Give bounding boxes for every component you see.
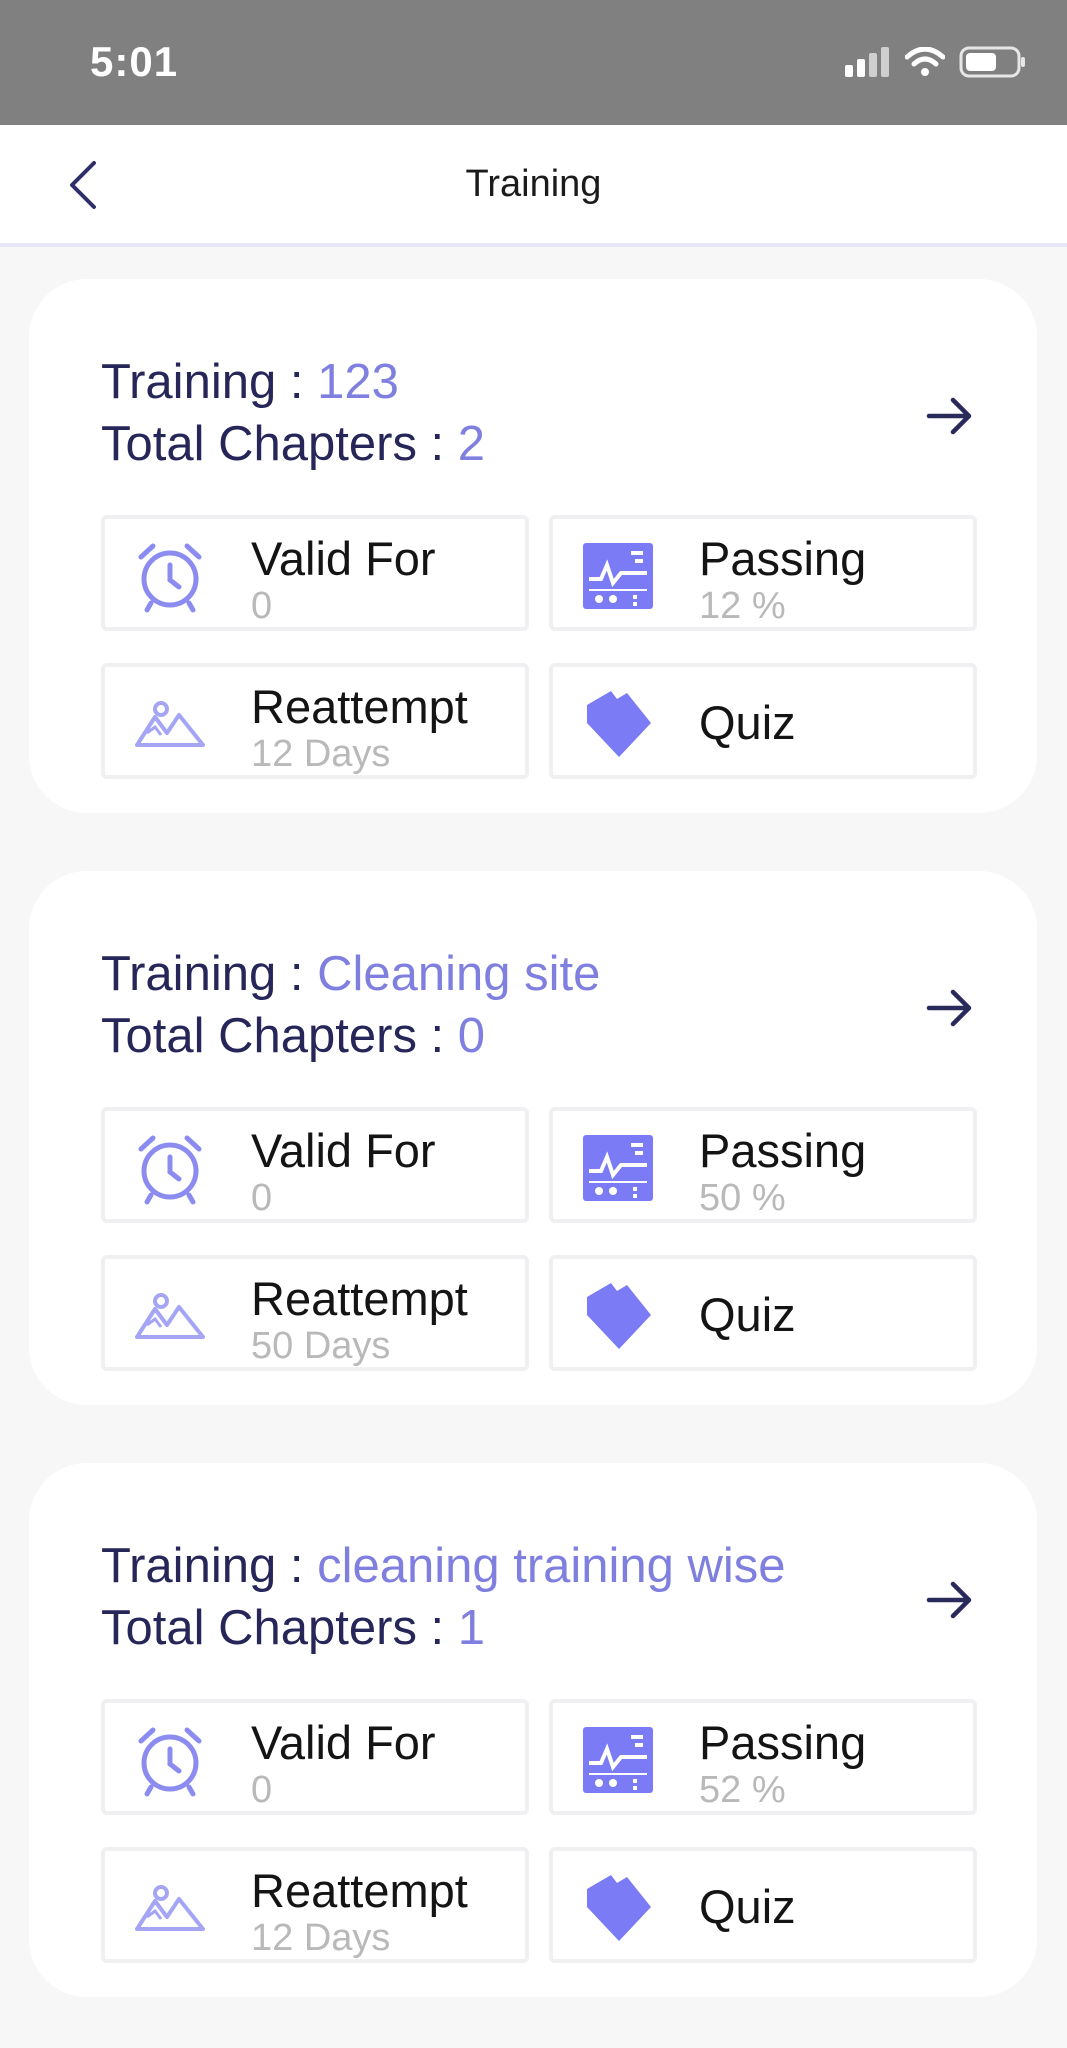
total-chapters-label: Total Chapters : <box>101 1009 458 1063</box>
total-chapters-value: 0 <box>457 1009 486 1063</box>
valid-for-label: Valid For <box>251 1124 436 1177</box>
training-name-line: Training : cleaning training wise <box>101 1535 921 1597</box>
quiz-tile[interactable]: Quiz <box>549 663 977 779</box>
training-label: Training : <box>101 355 318 409</box>
dashboard-chart-icon <box>583 1135 653 1201</box>
valid-for-value: 0 <box>251 1177 273 1219</box>
battery-icon <box>959 46 1025 78</box>
reattempt-value: 50 Days <box>251 1325 391 1367</box>
training-card[interactable]: Training : 123 Total Chapters : 2 Valid … <box>29 279 1037 813</box>
training-name-line: Training : Cleaning site <box>101 943 921 1005</box>
valid-for-label: Valid For <box>251 1716 436 1769</box>
valid-for-tile: Valid For 0 <box>101 515 529 631</box>
puzzle-diamond-icon <box>587 1875 651 1941</box>
mountain-image-icon <box>135 1293 205 1339</box>
mountain-image-icon <box>135 701 205 747</box>
total-chapters-value: 1 <box>457 1601 486 1655</box>
quiz-tile[interactable]: Quiz <box>549 1847 977 1963</box>
reattempt-tile: Reattempt 12 Days <box>101 663 529 779</box>
alarm-clock-icon <box>138 1727 202 1797</box>
training-label: Training : <box>101 947 318 1001</box>
alarm-clock-icon <box>138 543 202 613</box>
cellular-signal-icon <box>845 47 889 77</box>
reattempt-value: 12 Days <box>251 1917 391 1959</box>
training-card-header: Training : 123 Total Chapters : 2 <box>101 351 921 475</box>
training-card[interactable]: Training : Cleaning site Total Chapters … <box>29 871 1037 1405</box>
puzzle-diamond-icon <box>587 1283 651 1349</box>
passing-label: Passing <box>699 1124 867 1177</box>
total-chapters-label: Total Chapters : <box>101 1601 458 1655</box>
dashboard-chart-icon <box>583 543 653 609</box>
passing-value: 50 % <box>699 1177 786 1219</box>
training-name: cleaning training wise <box>317 1539 786 1593</box>
valid-for-tile: Valid For 0 <box>101 1699 529 1815</box>
training-card-header: Training : cleaning training wise Total … <box>101 1535 921 1659</box>
reattempt-tile: Reattempt 12 Days <box>101 1847 529 1963</box>
quiz-label: Quiz <box>699 1880 796 1933</box>
quiz-tile[interactable]: Quiz <box>549 1255 977 1371</box>
status-icons <box>845 46 1027 78</box>
arrow-right-icon <box>926 989 972 1027</box>
reattempt-value: 12 Days <box>251 733 391 775</box>
training-name: 123 <box>317 355 399 409</box>
valid-for-tile: Valid For 0 <box>101 1107 529 1223</box>
reattempt-label: Reattempt <box>251 1864 468 1917</box>
passing-label: Passing <box>699 532 867 585</box>
quiz-label: Quiz <box>699 696 796 749</box>
valid-for-value: 0 <box>251 1769 273 1811</box>
dashboard-chart-icon <box>583 1727 653 1793</box>
quiz-label: Quiz <box>699 1288 796 1341</box>
training-card[interactable]: Training : cleaning training wise Total … <box>29 1463 1037 1997</box>
valid-for-value: 0 <box>251 585 273 627</box>
total-chapters-line: Total Chapters : 2 <box>101 413 921 475</box>
status-bar: 5:01 <box>0 0 1067 125</box>
passing-tile: Passing 52 % <box>549 1699 977 1815</box>
passing-value: 52 % <box>699 1769 786 1811</box>
total-chapters-value: 2 <box>457 417 486 471</box>
status-time: 5:01 <box>90 38 179 85</box>
training-label: Training : <box>101 1539 318 1593</box>
valid-for-label: Valid For <box>251 532 436 585</box>
total-chapters-label: Total Chapters : <box>101 417 458 471</box>
puzzle-diamond-icon <box>587 691 651 757</box>
open-training-button[interactable] <box>921 387 979 445</box>
arrow-right-icon <box>926 1581 972 1619</box>
alarm-clock-icon <box>138 1135 202 1205</box>
wifi-icon <box>905 47 945 76</box>
passing-label: Passing <box>699 1716 867 1769</box>
reattempt-label: Reattempt <box>251 1272 468 1325</box>
mountain-image-icon <box>135 1885 205 1931</box>
training-card-header: Training : Cleaning site Total Chapters … <box>101 943 921 1067</box>
training-name: Cleaning site <box>317 947 601 1001</box>
navigation-bar: Training <box>0 125 1067 247</box>
total-chapters-line: Total Chapters : 1 <box>101 1597 921 1659</box>
reattempt-label: Reattempt <box>251 680 468 733</box>
training-name-line: Training : 123 <box>101 351 921 413</box>
arrow-right-icon <box>926 397 972 435</box>
passing-value: 12 % <box>699 585 786 627</box>
passing-tile: Passing 50 % <box>549 1107 977 1223</box>
page-title: Training <box>465 163 602 205</box>
open-training-button[interactable] <box>921 1571 979 1629</box>
open-training-button[interactable] <box>921 979 979 1037</box>
passing-tile: Passing 12 % <box>549 515 977 631</box>
total-chapters-line: Total Chapters : 0 <box>101 1005 921 1067</box>
reattempt-tile: Reattempt 50 Days <box>101 1255 529 1371</box>
